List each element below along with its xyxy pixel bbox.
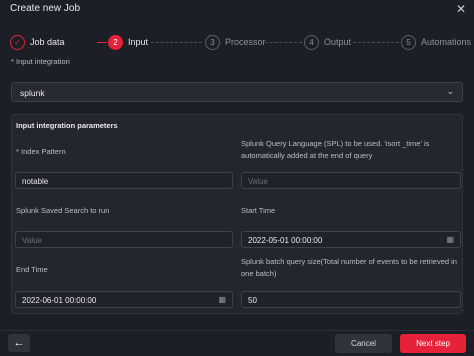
chevron-down-icon: ⌄ bbox=[446, 86, 454, 96]
step-number: 4 bbox=[304, 34, 319, 50]
end-time-input[interactable]: 2022-06-01 00:00:00 ▦ bbox=[15, 291, 233, 308]
calendar-icon[interactable]: ▦ bbox=[218, 295, 226, 304]
parameters-panel: Input integration parameters * Index Pat… bbox=[11, 114, 463, 314]
end-time-value: 2022-06-01 00:00:00 bbox=[22, 296, 97, 305]
step-output[interactable]: 4 Output bbox=[304, 31, 351, 53]
input-integration-select[interactable]: splunk ⌄ bbox=[11, 82, 463, 102]
window-titlebar: Create new Job ✕ bbox=[0, 0, 474, 20]
start-time-value: 2022-05-01 00:00:00 bbox=[248, 236, 323, 245]
index-pattern-input[interactable]: notable bbox=[15, 172, 233, 189]
step-processor[interactable]: 3 Processor bbox=[205, 31, 266, 53]
step-label: Output bbox=[324, 37, 352, 47]
start-time-label: Start Time bbox=[241, 206, 276, 215]
step-connector bbox=[265, 42, 302, 43]
required-mark: * bbox=[11, 57, 14, 66]
cancel-button[interactable]: Cancel bbox=[335, 334, 392, 353]
step-input[interactable]: 2 Input bbox=[108, 31, 148, 53]
index-pattern-label: * Index Pattern bbox=[16, 147, 66, 156]
step-automations[interactable]: 5 Automations bbox=[401, 31, 471, 53]
end-time-label: End Time bbox=[16, 265, 48, 274]
input-integration-label: * Input integration bbox=[11, 57, 70, 66]
step-label: Job data bbox=[30, 37, 65, 47]
spl-input[interactable]: Value bbox=[241, 172, 461, 189]
calendar-icon[interactable]: ▦ bbox=[446, 235, 454, 244]
step-connector bbox=[97, 42, 107, 43]
step-label: Processor bbox=[225, 37, 266, 47]
saved-search-input[interactable]: Value bbox=[15, 231, 233, 248]
step-number: 2 bbox=[108, 34, 123, 50]
check-icon: ✓ bbox=[10, 34, 25, 50]
next-step-button[interactable]: Next step bbox=[400, 334, 466, 353]
step-job-data[interactable]: ✓ Job data bbox=[10, 31, 65, 53]
batch-size-label: Splunk batch query size(Total number of … bbox=[241, 257, 457, 278]
panel-title: Input integration parameters bbox=[16, 121, 118, 130]
batch-size-input[interactable]: 50 bbox=[241, 291, 461, 308]
step-number: 3 bbox=[205, 34, 220, 50]
footer-divider bbox=[0, 330, 474, 331]
close-icon[interactable]: ✕ bbox=[456, 2, 466, 16]
step-connector bbox=[353, 42, 399, 43]
required-mark: * bbox=[16, 147, 19, 156]
spl-label: Splunk Query Language (SPL) to be used. … bbox=[241, 139, 430, 160]
start-time-input[interactable]: 2022-05-01 00:00:00 ▦ bbox=[241, 231, 461, 248]
step-label: Input bbox=[128, 37, 149, 47]
step-label: Automations bbox=[421, 37, 472, 47]
back-button[interactable]: ← bbox=[8, 334, 30, 352]
saved-search-label: Splunk Saved Search to run bbox=[16, 206, 110, 215]
selected-value: splunk bbox=[20, 88, 45, 98]
step-number: 5 bbox=[401, 34, 416, 50]
step-connector bbox=[151, 42, 202, 43]
arrow-left-icon: ← bbox=[13, 337, 25, 349]
window-title: Create new Job bbox=[10, 3, 81, 14]
job-stepper: ✓ Job data 2 Input 3 Processor 4 Output … bbox=[0, 31, 474, 55]
